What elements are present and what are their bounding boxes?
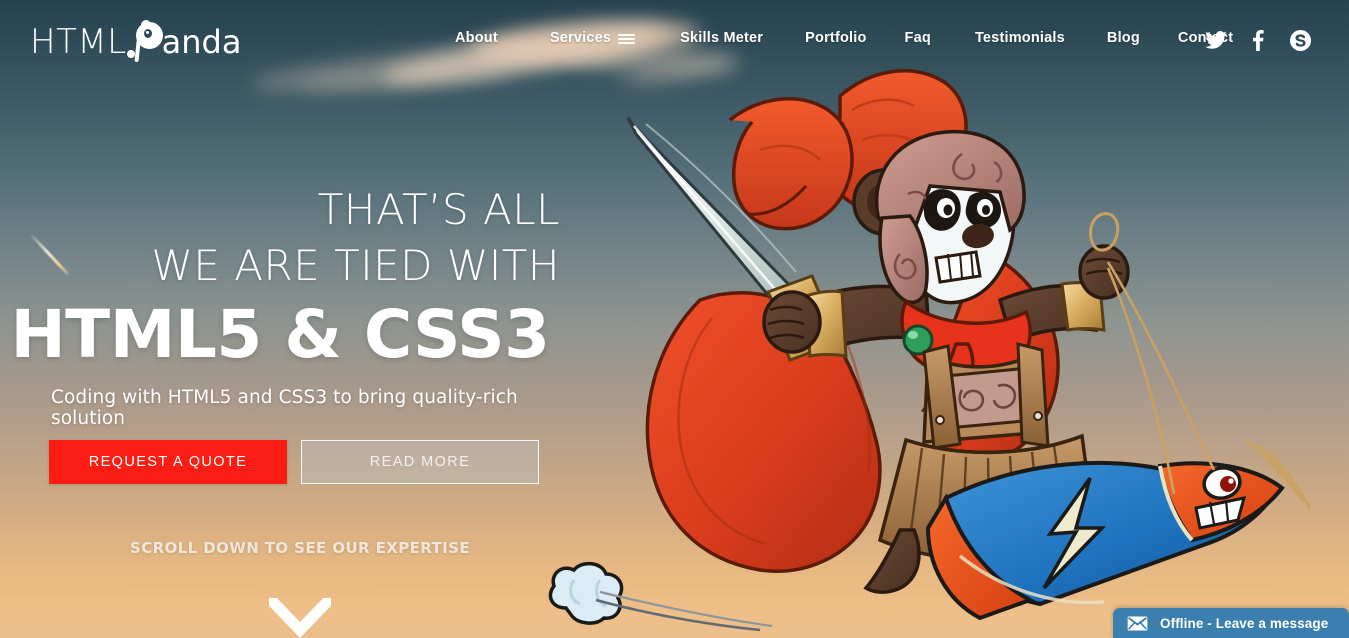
site-logo[interactable]: HTML anda bbox=[30, 20, 241, 64]
request-a-quote-button[interactable]: REQUEST A QUOTE bbox=[49, 440, 287, 484]
nav-item-about[interactable]: About bbox=[455, 28, 498, 48]
scroll-down-label[interactable]: SCROLL DOWN TO SEE OUR EXPERTISE bbox=[0, 539, 600, 557]
facebook-icon[interactable] bbox=[1247, 29, 1269, 51]
hero-headline-secondary: THAT’S ALL WE ARE TIED WITH bbox=[0, 182, 560, 294]
hero-headline-primary: HTML5 & CSS3 bbox=[10, 296, 550, 373]
nav-item-faq[interactable]: Faq bbox=[905, 28, 931, 48]
nav-item-services[interactable]: Services bbox=[549, 28, 636, 48]
nav-item-portfolio[interactable]: Portfolio bbox=[805, 28, 866, 48]
twitter-icon[interactable] bbox=[1205, 29, 1227, 51]
chevron-down-icon[interactable] bbox=[269, 598, 331, 638]
hamburger-icon[interactable] bbox=[618, 33, 636, 44]
hero-content: THAT’S ALL WE ARE TIED WITH HTML5 & CSS3… bbox=[0, 0, 620, 638]
nav-item-testimonials[interactable]: Testimonials bbox=[975, 28, 1065, 48]
panda-logo-icon bbox=[126, 20, 163, 62]
chat-status-label: Offline - Leave a message bbox=[1160, 615, 1329, 631]
hero-cta-group: REQUEST A QUOTE READ MORE bbox=[49, 440, 539, 484]
nav-item-blog[interactable]: Blog bbox=[1107, 28, 1140, 48]
envelope-icon bbox=[1127, 615, 1148, 631]
logo-text-html: HTML bbox=[30, 22, 127, 62]
site-header: HTML anda About Services Skills Meter Po… bbox=[0, 0, 1349, 82]
nav-item-skills-meter[interactable]: Skills Meter bbox=[680, 28, 763, 48]
skype-icon[interactable] bbox=[1289, 29, 1311, 51]
hero-headline-line2: WE ARE TIED WITH bbox=[151, 241, 560, 290]
hero-subheadline: Coding with HTML5 and CSS3 to bring qual… bbox=[51, 387, 518, 429]
logo-text-anda: anda bbox=[161, 23, 242, 61]
main-navigation: About Services Skills Meter Portfolio Fa… bbox=[455, 28, 1233, 48]
read-more-button[interactable]: READ MORE bbox=[301, 440, 539, 484]
hero-headline-line1: THAT’S ALL bbox=[317, 185, 560, 234]
nav-item-services-label: Services bbox=[549, 30, 612, 46]
social-links bbox=[1205, 29, 1311, 51]
live-chat-widget[interactable]: Offline - Leave a message bbox=[1113, 608, 1349, 638]
hero-stage: HTML anda About Services Skills Meter Po… bbox=[0, 0, 1349, 638]
